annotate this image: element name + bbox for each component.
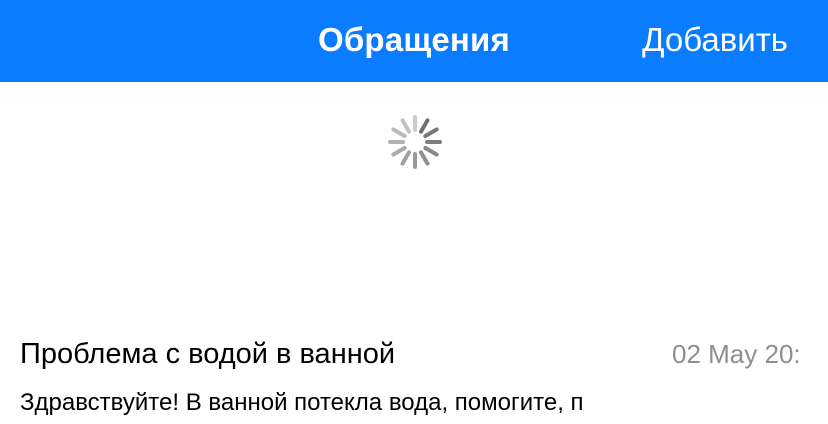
activity-spinner-icon bbox=[387, 114, 443, 170]
spinner-spoke bbox=[400, 118, 411, 134]
add-button[interactable]: Добавить bbox=[642, 20, 788, 60]
spinner-spoke bbox=[419, 118, 430, 134]
spinner-spoke bbox=[423, 146, 439, 157]
spinner-spoke bbox=[419, 150, 430, 166]
request-preview: Здравствуйте! В ванной потекла вода, пом… bbox=[20, 389, 584, 416]
request-title: Проблема с водой в ванной bbox=[20, 338, 396, 370]
navigation-bar: Обращения Добавить bbox=[0, 0, 828, 82]
list-item[interactable]: Проблема с водой в ванной 02 May 20: Здр… bbox=[0, 326, 828, 424]
spinner-spoke bbox=[391, 127, 407, 138]
spinner-spoke bbox=[400, 150, 411, 166]
spinner-spoke bbox=[391, 146, 407, 157]
spinner-spoke bbox=[423, 127, 439, 138]
request-date: 02 May 20: bbox=[672, 339, 801, 369]
